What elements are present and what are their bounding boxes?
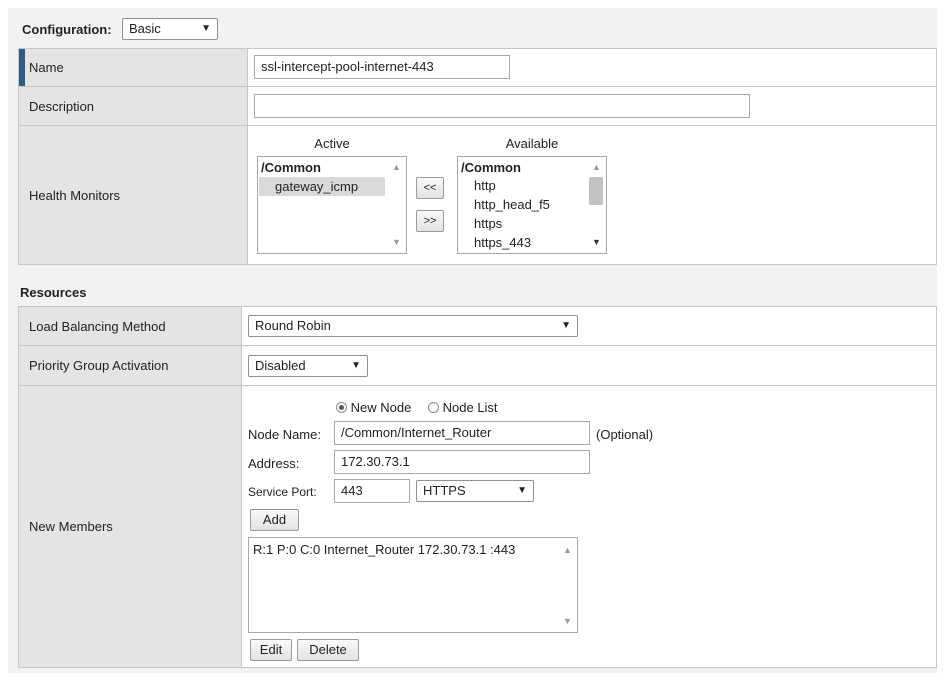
available-monitors-list[interactable]: /Common http http_head_f5 https https_44… [457, 156, 607, 254]
description-row-label-cell: Description [19, 87, 247, 125]
new-members-label: New Members [29, 519, 113, 534]
priority-group-label-cell: Priority Group Activation [19, 346, 241, 385]
node-name-input[interactable]: /Common/Internet_Router [334, 421, 590, 445]
priority-group-label: Priority Group Activation [29, 358, 169, 373]
configuration-select[interactable]: Basic ▼ [122, 18, 218, 40]
list-item: /Common [261, 160, 321, 175]
scroll-up-icon[interactable]: ▲ [563, 545, 572, 555]
address-input[interactable]: 172.30.73.1 [334, 450, 590, 474]
address-label: Address: [248, 456, 300, 471]
scroll-down-icon[interactable]: ▼ [563, 616, 572, 626]
active-header: Active [314, 136, 350, 151]
description-label: Description [29, 98, 95, 114]
list-item[interactable]: http_head_f5 [474, 197, 550, 212]
node-name-label: Node Name: [248, 427, 321, 442]
load-balancing-value: Round Robin [255, 318, 331, 333]
name-row-label-cell: Name [19, 49, 247, 86]
edit-button[interactable]: Edit [250, 639, 292, 661]
service-port-label: Service Port: [248, 485, 317, 499]
resources-title: Resources [20, 285, 87, 300]
service-select-value: HTTPS [423, 483, 466, 498]
chevron-down-icon: ▼ [561, 320, 571, 331]
optional-label: (Optional) [596, 427, 654, 442]
scroll-down-icon[interactable]: ▼ [392, 237, 401, 247]
move-right-button[interactable]: >> [416, 210, 444, 232]
required-indicator [19, 49, 25, 86]
active-monitors-list[interactable]: /Common gateway_icmp ▲ ▼ [257, 156, 407, 254]
list-item[interactable]: http [474, 178, 496, 193]
radio-selected-icon [336, 402, 347, 413]
scrollbar-thumb[interactable] [589, 177, 603, 205]
list-item[interactable]: R:1 P:0 C:0 Internet_Router 172.30.73.1 … [253, 542, 515, 557]
list-item[interactable]: gateway_icmp [259, 177, 385, 196]
move-left-button[interactable]: << [416, 177, 444, 199]
chevron-down-icon: ▼ [517, 485, 527, 496]
priority-group-select[interactable]: Disabled ▼ [248, 355, 368, 377]
scroll-up-icon[interactable]: ▲ [592, 162, 601, 172]
add-button[interactable]: Add [250, 509, 299, 531]
priority-group-value: Disabled [255, 358, 306, 373]
service-port-input[interactable]: 443 [334, 479, 410, 503]
configuration-select-value: Basic [129, 21, 161, 36]
name-input[interactable]: ssl-intercept-pool-internet-443 [254, 55, 510, 79]
delete-button[interactable]: Delete [297, 639, 359, 661]
load-balancing-select[interactable]: Round Robin ▼ [248, 315, 578, 337]
radio-unselected-icon [428, 402, 439, 413]
chevron-down-icon: ▼ [351, 360, 361, 371]
members-list[interactable]: R:1 P:0 C:0 Internet_Router 172.30.73.1 … [248, 537, 578, 633]
health-monitors-label: Health Monitors [29, 187, 121, 203]
name-label: Name [29, 60, 64, 75]
new-node-radio-label: New Node [350, 400, 412, 415]
available-header: Available [505, 136, 559, 151]
scroll-up-icon[interactable]: ▲ [392, 162, 401, 172]
list-item: /Common [461, 160, 521, 175]
load-balancing-label: Load Balancing Method [29, 318, 166, 334]
load-balancing-label-cell: Load Balancing Method [19, 307, 241, 345]
node-list-radio-label: Node List [442, 400, 498, 415]
chevron-down-icon: ▼ [201, 23, 211, 34]
new-members-label-cell: New Members [19, 386, 241, 667]
description-input[interactable] [254, 94, 750, 118]
scroll-down-icon[interactable]: ▼ [592, 237, 601, 247]
service-select[interactable]: HTTPS ▼ [416, 480, 534, 502]
node-list-radio[interactable]: Node List [428, 400, 498, 415]
list-item[interactable]: https [474, 216, 502, 231]
new-node-radio[interactable]: New Node [336, 400, 411, 415]
health-monitors-label-cell: Health Monitors [19, 126, 247, 264]
list-item[interactable]: https_443 [474, 235, 531, 250]
configuration-label: Configuration: [22, 22, 112, 37]
